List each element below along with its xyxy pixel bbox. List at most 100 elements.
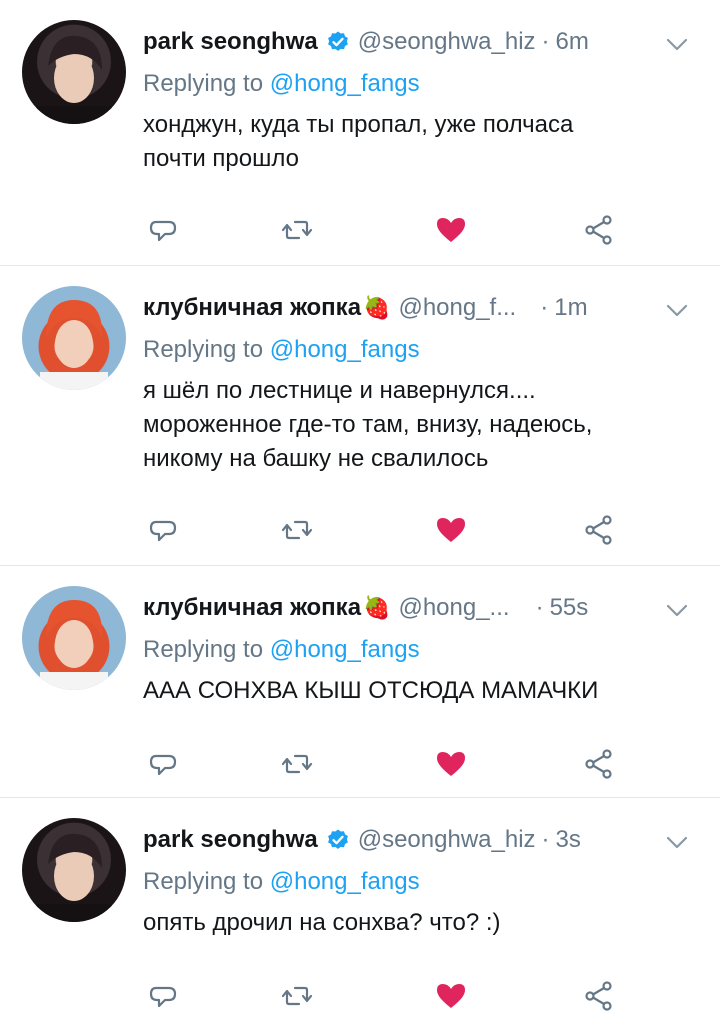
reply-mention-link[interactable]: @hong_fangs	[270, 636, 420, 663]
tweet-text: опять дрочил на сонхва? что? :)	[143, 906, 708, 940]
separator-dot: ·	[541, 826, 550, 853]
reply-button[interactable]	[143, 510, 183, 550]
replying-to-label: Replying to	[143, 868, 264, 895]
separator-dot: ·	[540, 294, 549, 321]
heart-icon	[437, 218, 465, 242]
tweet-text-line: ААА СОНХВА КЫШ ОТСЮДА МАМАЧКИ	[143, 677, 599, 704]
tweet-header: park seonghwa @seonghwa_hiz · 3s	[143, 820, 708, 860]
heart-icon	[437, 984, 465, 1008]
author-handle[interactable]: @hong_...	[398, 594, 509, 622]
replying-to-label: Replying to	[143, 336, 264, 363]
tweet-time[interactable]: 3s	[556, 826, 581, 854]
strawberry-emoji: 🍓	[363, 595, 391, 620]
reply-button[interactable]	[143, 976, 183, 1016]
heart-icon	[437, 752, 465, 776]
avatar[interactable]	[22, 20, 126, 124]
like-button[interactable]	[431, 976, 471, 1016]
reply-button[interactable]	[143, 210, 183, 250]
tweet-header: клубничная жопка 🍓 @hong_... · 55s	[143, 588, 708, 628]
share-icon	[585, 981, 612, 1011]
tweet-feed: park seonghwa @seonghwa_hiz · 6m Replyin…	[0, 0, 720, 1022]
tweet-text-line: я шёл по лестнице и навернулся....	[143, 377, 536, 404]
strawberry-emoji: 🍓	[363, 295, 391, 320]
author-handle[interactable]: @hong_f...	[398, 294, 516, 322]
avatar[interactable]	[22, 286, 126, 390]
tweet-actions	[143, 744, 623, 784]
reply-icon	[149, 220, 177, 242]
separator-dot: ·	[541, 28, 550, 55]
reply-icon	[149, 754, 177, 776]
replying-to: Replying to @hong_fangs	[143, 868, 708, 896]
share-button[interactable]	[579, 510, 619, 550]
replying-to: Replying to @hong_fangs	[143, 336, 708, 364]
separator-dot: ·	[535, 594, 544, 621]
tweet-text: ААА СОНХВА КЫШ ОТСЮДА МАМАЧКИ	[143, 674, 708, 708]
replying-to-label: Replying to	[143, 636, 264, 663]
reply-mention-link[interactable]: @hong_fangs	[270, 70, 420, 97]
chevron-down-icon[interactable]	[664, 34, 690, 54]
share-icon	[585, 515, 612, 545]
retweet-icon	[281, 986, 313, 1006]
tweet-text-line: мороженное где-то там, внизу, надеюсь,	[143, 411, 593, 438]
tweet-actions	[143, 510, 623, 550]
retweet-button[interactable]	[277, 976, 317, 1016]
author-handle[interactable]: @seonghwa_hiz	[358, 28, 536, 56]
like-button[interactable]	[431, 744, 471, 784]
reply-mention-link[interactable]: @hong_fangs	[270, 336, 420, 363]
replying-to: Replying to @hong_fangs	[143, 636, 708, 664]
replying-to: Replying to @hong_fangs	[143, 70, 708, 98]
reply-mention-link[interactable]: @hong_fangs	[270, 868, 420, 895]
tweet-header: клубничная жопка 🍓 @hong_f... · 1m	[143, 288, 708, 328]
chevron-down-icon[interactable]	[664, 600, 690, 620]
chevron-down-icon[interactable]	[664, 832, 690, 852]
tweet-header: park seonghwa @seonghwa_hiz · 6m	[143, 22, 708, 62]
retweet-button[interactable]	[277, 744, 317, 784]
verified-badge-icon	[327, 829, 348, 849]
like-button[interactable]	[431, 510, 471, 550]
tweet[interactable]: клубничная жопка 🍓 @hong_f... · 1m Reply…	[0, 266, 720, 566]
tweet-time[interactable]: 55s	[550, 594, 589, 622]
tweet-content: park seonghwa @seonghwa_hiz · 3s Replyin…	[143, 820, 708, 940]
share-icon	[585, 749, 612, 779]
tweet-actions	[143, 210, 623, 250]
tweet-text-line: почти прошло	[143, 145, 299, 172]
reply-button[interactable]	[143, 744, 183, 784]
author-handle[interactable]: @seonghwa_hiz	[358, 826, 536, 854]
retweet-icon	[281, 754, 313, 774]
author-name[interactable]: клубничная жопка	[143, 294, 361, 322]
tweet-text-line: хонджун, куда ты пропал, уже полчаса	[143, 111, 574, 138]
share-button[interactable]	[579, 210, 619, 250]
tweet-actions	[143, 976, 623, 1016]
author-name[interactable]: park seonghwa	[143, 28, 318, 56]
share-icon	[585, 215, 612, 245]
reply-icon	[149, 986, 177, 1008]
avatar[interactable]	[22, 586, 126, 690]
retweet-button[interactable]	[277, 210, 317, 250]
author-name[interactable]: park seonghwa	[143, 826, 318, 854]
share-button[interactable]	[579, 744, 619, 784]
tweet-time[interactable]: 6m	[556, 28, 589, 56]
share-button[interactable]	[579, 976, 619, 1016]
tweet-content: park seonghwa @seonghwa_hiz · 6m Replyin…	[143, 22, 708, 176]
tweet-content: клубничная жопка 🍓 @hong_... · 55s Reply…	[143, 588, 708, 708]
author-name[interactable]: клубничная жопка	[143, 594, 361, 622]
avatar[interactable]	[22, 818, 126, 922]
tweet-content: клубничная жопка 🍓 @hong_f... · 1m Reply…	[143, 288, 708, 476]
retweet-button[interactable]	[277, 510, 317, 550]
verified-badge-icon	[327, 31, 348, 51]
reply-icon	[149, 520, 177, 542]
tweet-text-line: опять дрочил на сонхва? что? :)	[143, 909, 501, 936]
like-button[interactable]	[431, 210, 471, 250]
tweet-time[interactable]: 1m	[554, 294, 587, 322]
retweet-icon	[281, 220, 313, 240]
tweet-text: хонджун, куда ты пропал, уже полчаса поч…	[143, 108, 708, 176]
tweet[interactable]: park seonghwa @seonghwa_hiz · 3s Replyin…	[0, 798, 720, 1022]
tweet-text-line: никому на башку не свалилось	[143, 445, 489, 472]
chevron-down-icon[interactable]	[664, 300, 690, 320]
tweet-text: я шёл по лестнице и навернулся.... морож…	[143, 374, 708, 476]
tweet[interactable]: клубничная жопка 🍓 @hong_... · 55s Reply…	[0, 566, 720, 798]
replying-to-label: Replying to	[143, 70, 264, 97]
retweet-icon	[281, 520, 313, 540]
tweet[interactable]: park seonghwa @seonghwa_hiz · 6m Replyin…	[0, 0, 720, 266]
heart-icon	[437, 518, 465, 542]
